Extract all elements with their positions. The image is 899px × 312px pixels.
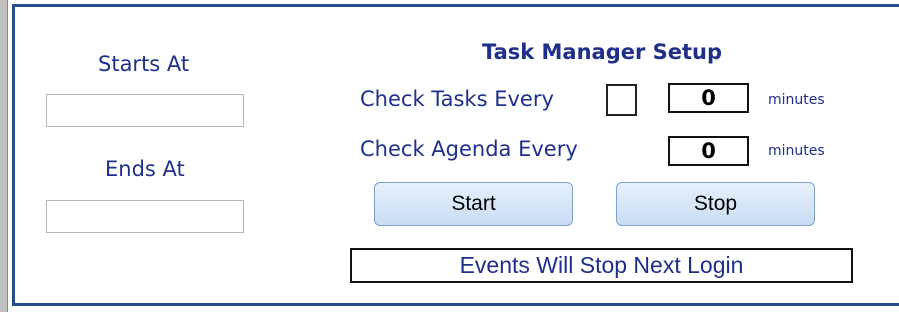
agenda-interval-field[interactable]: 0: [668, 136, 749, 166]
tasks-unit-label: minutes: [768, 92, 825, 108]
tasks-interval-field[interactable]: 0: [668, 83, 749, 113]
agenda-unit-label: minutes: [768, 143, 825, 159]
ends-at-field[interactable]: [46, 200, 244, 233]
start-button[interactable]: Start: [374, 182, 573, 226]
setup-title: Task Manager Setup: [481, 40, 723, 64]
status-message: Events Will Stop Next Login: [350, 248, 853, 283]
starts-at-field[interactable]: [46, 94, 244, 127]
stop-button[interactable]: Stop: [616, 182, 815, 226]
check-tasks-checkbox[interactable]: [606, 84, 637, 116]
left-window-edge: [0, 0, 8, 312]
check-agenda-label: Check Agenda Every: [360, 137, 578, 161]
check-tasks-label: Check Tasks Every: [360, 87, 554, 111]
starts-at-label: Starts At: [98, 52, 190, 76]
task-manager-window: Starts At Ends At Task Manager Setup Che…: [0, 0, 899, 312]
ends-at-label: Ends At: [105, 157, 185, 181]
